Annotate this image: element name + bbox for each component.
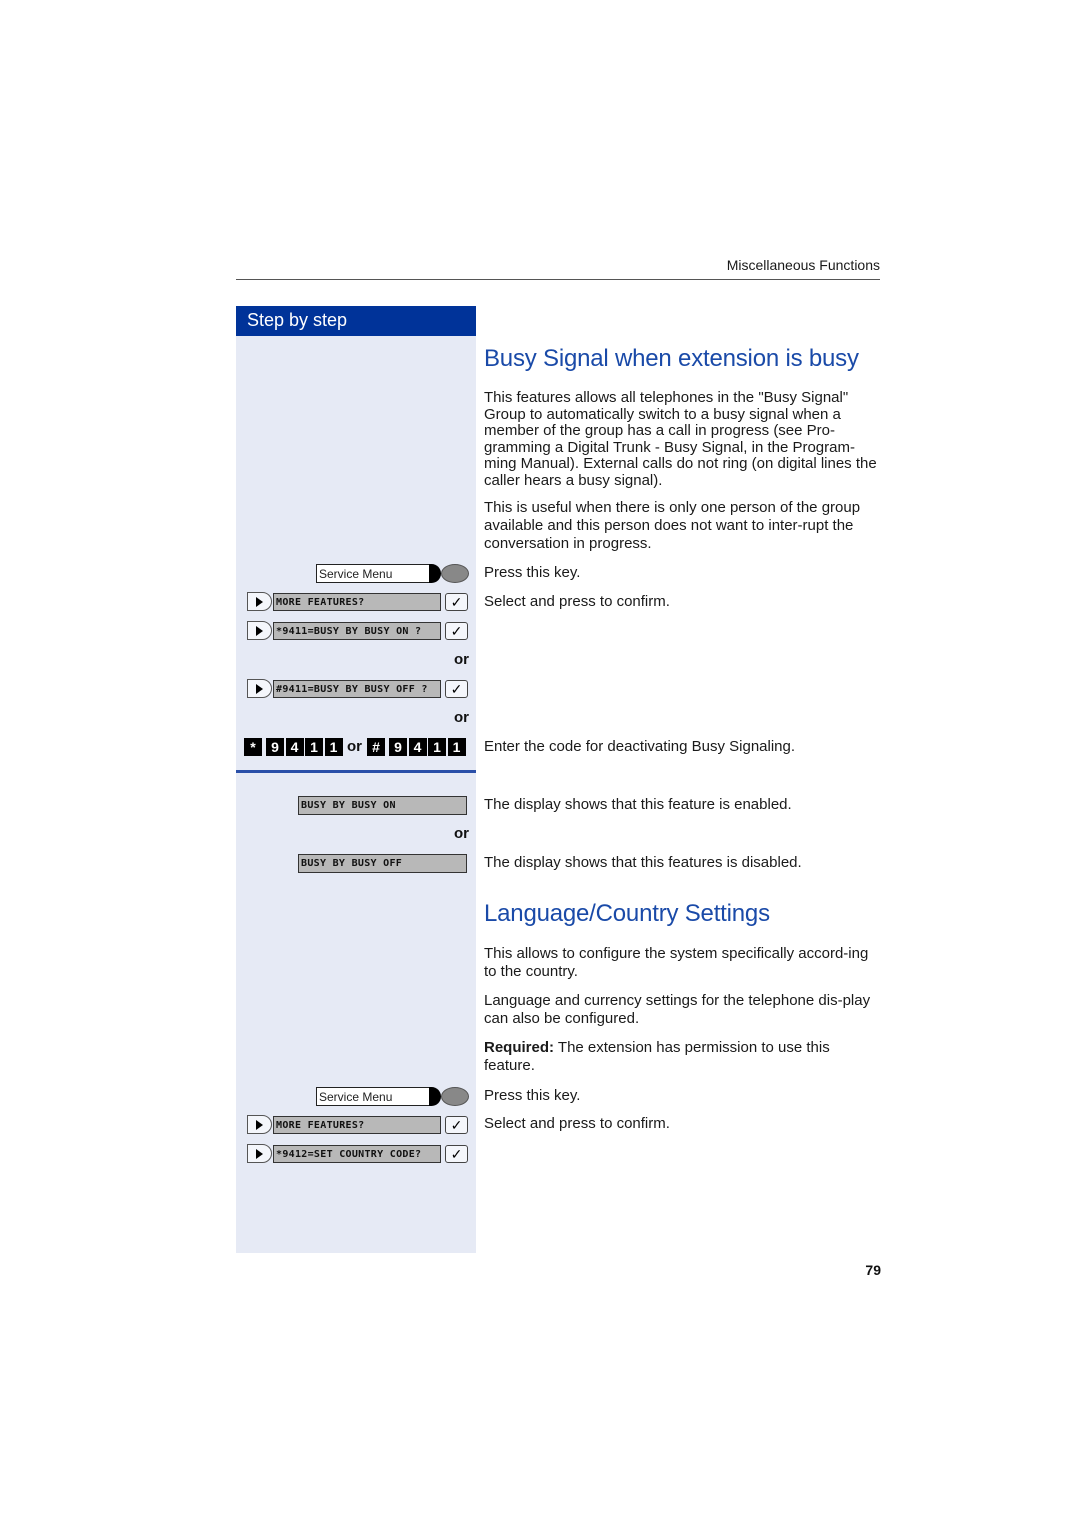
section-title-language: Language/Country Settings xyxy=(484,900,770,927)
keypad-key[interactable]: 1 xyxy=(428,737,446,756)
display-row-busy-on[interactable]: *9411=BUSY BY BUSY ON ? ✓ xyxy=(247,621,469,641)
step-text: The display shows that this feature is e… xyxy=(484,796,792,813)
keypad-key[interactable]: 1 xyxy=(447,737,466,756)
keypad-key[interactable]: 1 xyxy=(305,737,323,756)
or-label: or xyxy=(454,709,469,726)
arrow-right-icon[interactable] xyxy=(247,621,272,640)
checkmark-icon[interactable]: ✓ xyxy=(445,1145,468,1163)
keypad-key-hash[interactable]: # xyxy=(367,737,385,756)
step-text: The display shows that this features is … xyxy=(484,854,802,871)
code-entry: * 9 4 1 1 or # 9 4 1 1 xyxy=(244,737,467,756)
keypad-key[interactable]: 9 xyxy=(266,737,284,756)
arrow-right-icon[interactable] xyxy=(247,1144,272,1163)
lcd-display-busy-off: BUSY BY BUSY OFF xyxy=(298,854,467,873)
checkmark-icon[interactable]: ✓ xyxy=(445,680,468,698)
keypad-key-star[interactable]: * xyxy=(244,737,262,756)
arrow-right-icon[interactable] xyxy=(247,592,272,611)
or-label: or xyxy=(454,825,469,842)
arrow-right-icon[interactable] xyxy=(247,679,272,698)
language-currency-note: Language and currency settings for the t… xyxy=(484,992,871,1027)
key-button-icon xyxy=(441,564,469,583)
service-menu-key-label: Service Menu xyxy=(316,564,430,583)
display-row-country-code[interactable]: *9412=SET COUNTRY CODE? ✓ xyxy=(247,1144,469,1164)
or-label: or xyxy=(347,738,362,755)
checkmark-icon[interactable]: ✓ xyxy=(445,593,468,611)
key-edge-icon xyxy=(429,1087,441,1106)
page-number: 79 xyxy=(865,1262,881,1278)
display-row-more-features[interactable]: MORE FEATURES? ✓ xyxy=(247,1115,469,1135)
step-text: Select and press to confirm. xyxy=(484,593,670,610)
busy-signal-usage: This is useful when there is only one pe… xyxy=(484,499,861,552)
section-title-busy-signal: Busy Signal when extension is busy xyxy=(484,345,859,372)
checkmark-icon[interactable]: ✓ xyxy=(445,622,468,640)
lcd-display-busy-on: BUSY BY BUSY ON xyxy=(298,796,467,815)
keypad-key[interactable]: 1 xyxy=(324,737,343,756)
header-divider xyxy=(236,279,880,280)
busy-signal-description: This features allows all telephones in t… xyxy=(484,389,877,489)
lcd-display: *9411=BUSY BY BUSY ON ? xyxy=(273,622,441,640)
keypad-key[interactable]: 4 xyxy=(408,737,427,756)
step-text: Press this key. xyxy=(484,1087,581,1104)
checkmark-icon[interactable]: ✓ xyxy=(445,1116,468,1134)
sidebar-divider xyxy=(236,770,476,773)
step-text: Select and press to confirm. xyxy=(484,1115,670,1132)
language-description: This allows to configure the system spec… xyxy=(484,945,869,980)
sidebar-title: Step by step xyxy=(236,306,476,336)
step-text: Press this key. xyxy=(484,564,581,581)
lcd-display: MORE FEATURES? xyxy=(273,593,441,611)
service-menu-key-label: Service Menu xyxy=(316,1087,430,1106)
required-note: Required: The extension has permission t… xyxy=(484,1039,884,1075)
arrow-right-icon[interactable] xyxy=(247,1115,272,1134)
step-sidebar xyxy=(236,306,476,1253)
display-row-more-features[interactable]: MORE FEATURES? ✓ xyxy=(247,592,469,612)
keypad-key[interactable]: 4 xyxy=(285,737,304,756)
service-menu-key[interactable]: Service Menu xyxy=(316,564,469,584)
display-row-busy-off[interactable]: #9411=BUSY BY BUSY OFF ? ✓ xyxy=(247,679,469,699)
key-button-icon xyxy=(441,1087,469,1106)
required-label: Required: xyxy=(484,1039,555,1056)
keypad-key[interactable]: 9 xyxy=(389,737,407,756)
lcd-display: #9411=BUSY BY BUSY OFF ? xyxy=(273,680,441,698)
or-label: or xyxy=(454,651,469,668)
section-header: Miscellaneous Functions xyxy=(726,257,880,273)
key-edge-icon xyxy=(429,564,441,583)
service-menu-key[interactable]: Service Menu xyxy=(316,1087,469,1107)
lcd-display: *9412=SET COUNTRY CODE? xyxy=(273,1145,441,1163)
step-text: Enter the code for deactivating Busy Sig… xyxy=(484,738,796,755)
lcd-display: MORE FEATURES? xyxy=(273,1116,441,1134)
